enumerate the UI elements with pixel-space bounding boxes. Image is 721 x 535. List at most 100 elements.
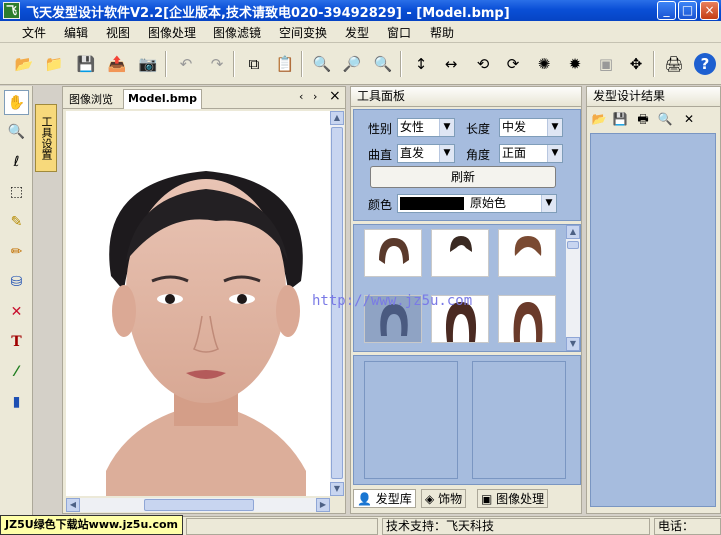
print-icon[interactable]: 🖶: [635, 111, 651, 127]
angle-value: 正面: [502, 146, 527, 160]
pencil-icon[interactable]: ✏: [4, 240, 29, 265]
tab-accessories[interactable]: ◈ 饰物: [421, 489, 467, 508]
toolbar-separator: [165, 51, 167, 77]
crop-icon[interactable]: ▣: [595, 53, 617, 75]
scroll-up-icon[interactable]: ▲: [330, 111, 344, 125]
print-icon[interactable]: 🖨: [663, 53, 685, 75]
zoom-in-icon[interactable]: 🔍: [311, 53, 333, 75]
scroll-down-icon[interactable]: ▼: [566, 337, 580, 351]
status-support: 技术支持：飞天科技: [382, 518, 650, 535]
close-button[interactable]: ×: [700, 1, 719, 20]
lasso-icon[interactable]: ℓ: [4, 150, 29, 175]
tab-hairstyle-library[interactable]: 👤 发型库: [353, 489, 416, 508]
length-select[interactable]: 中发 ▼: [499, 118, 563, 137]
preview-icon[interactable]: 🔍: [657, 111, 673, 127]
curl-value: 直发: [400, 146, 425, 160]
minimize-button[interactable]: _: [657, 1, 676, 20]
copy-icon[interactable]: ⧉: [243, 53, 265, 75]
flip-horizontal-icon[interactable]: ↔: [440, 53, 462, 75]
chevron-down-icon: ▼: [541, 195, 556, 212]
eyedropper-icon[interactable]: ⁄: [4, 360, 29, 385]
canvas-horizontal-scrollbar[interactable]: ◀ ▶: [66, 498, 330, 512]
delete-icon[interactable]: ✕: [681, 111, 697, 127]
scroll-up-icon[interactable]: ▲: [566, 225, 580, 239]
zoom-out-icon[interactable]: 🔍: [372, 53, 394, 75]
hairstyle-thumb[interactable]: [364, 229, 422, 277]
zoom-tool-icon[interactable]: 🔎: [341, 53, 363, 75]
brush-icon[interactable]: ✎: [4, 210, 29, 235]
tool-settings-tab[interactable]: 工具设置: [35, 104, 57, 172]
chevron-down-icon: ▼: [547, 145, 562, 162]
zoom-icon[interactable]: 🔍: [4, 120, 29, 145]
fill-icon[interactable]: ⛁: [4, 270, 29, 295]
gender-select[interactable]: 女性 ▼: [397, 118, 455, 137]
menu-file[interactable]: 文件: [22, 24, 46, 41]
help-icon[interactable]: ?: [694, 53, 716, 75]
angle-select[interactable]: 正面 ▼: [499, 144, 563, 163]
tab-image-processing[interactable]: ▣ 图像处理: [477, 489, 549, 508]
length-label: 长度: [466, 122, 491, 136]
move-icon[interactable]: ✥: [625, 53, 647, 75]
open-icon[interactable]: 📂: [591, 111, 607, 127]
save-icon[interactable]: 💾: [612, 111, 628, 127]
scroll-left-icon[interactable]: ◀: [66, 498, 80, 512]
length-value: 中发: [502, 120, 527, 134]
maximize-button[interactable]: □: [678, 1, 697, 20]
export-icon[interactable]: 📤: [106, 53, 128, 75]
text-icon[interactable]: T: [4, 330, 29, 355]
horizontal-scroll-thumb[interactable]: [144, 499, 254, 511]
undo-icon[interactable]: ↶: [175, 53, 197, 75]
menu-view[interactable]: 视图: [106, 24, 130, 41]
scroll-right-icon[interactable]: ▶: [316, 498, 330, 512]
tab-accessories-label: 饰物: [438, 492, 463, 506]
marquee-icon[interactable]: ⬚: [4, 180, 29, 205]
flip-vertical-icon[interactable]: ↕: [410, 53, 432, 75]
contrast-icon[interactable]: ✹: [564, 53, 586, 75]
tab-image-browse[interactable]: 图像浏览: [65, 89, 117, 109]
rotate-right-icon[interactable]: ⟳: [502, 53, 524, 75]
hand-icon[interactable]: ✋: [4, 90, 29, 115]
result-list[interactable]: [590, 133, 716, 507]
image-canvas[interactable]: [66, 111, 330, 496]
open-folder-icon[interactable]: 📂: [13, 53, 35, 75]
save-icon[interactable]: 💾: [75, 53, 97, 75]
gallery-scrollbar[interactable]: ▲ ▼: [566, 225, 580, 351]
rotate-left-icon[interactable]: ⟲: [472, 53, 494, 75]
watermark-text: http://www.jz5u.com: [312, 293, 473, 309]
refresh-button[interactable]: 刷新: [370, 166, 556, 188]
toolbar-separator: [233, 51, 235, 77]
menu-image-processing[interactable]: 图像处理: [148, 24, 196, 41]
curl-select[interactable]: 直发 ▼: [397, 144, 455, 163]
hairstyle-preview: [379, 238, 409, 264]
scroll-down-icon[interactable]: ▼: [330, 482, 344, 496]
preview-slot[interactable]: [364, 361, 458, 479]
eraser-icon[interactable]: ✕: [4, 300, 29, 325]
menu-help[interactable]: 帮助: [430, 24, 454, 41]
menu-hairstyle[interactable]: 发型: [345, 24, 369, 41]
menu-image-filter[interactable]: 图像滤镜: [213, 24, 261, 41]
paste-icon[interactable]: 📋: [274, 53, 296, 75]
menu-edit[interactable]: 编辑: [64, 24, 88, 41]
preview-slot[interactable]: [472, 361, 566, 479]
hairstyle-thumb[interactable]: [431, 229, 489, 277]
hairstyle-preview: [514, 236, 542, 256]
hairstyle-thumb[interactable]: [498, 229, 556, 277]
status-message: [186, 518, 378, 535]
brightness-icon[interactable]: ✺: [533, 53, 555, 75]
document-panel: 图像浏览 Model.bmp ‹ › × ▲ ▼ ◀ ▶: [62, 86, 346, 514]
redo-icon[interactable]: ↷: [206, 53, 228, 75]
menu-spatial-transform[interactable]: 空间变换: [279, 24, 327, 41]
app-icon: 飞: [3, 2, 20, 19]
image-icon: ▣: [481, 492, 493, 506]
color-select[interactable]: 原始色 ▼: [397, 194, 557, 213]
gallery-scroll-thumb[interactable]: [567, 241, 579, 249]
hairstyle-thumb[interactable]: [498, 295, 556, 343]
camera-icon[interactable]: 📷: [137, 53, 159, 75]
open-file-icon[interactable]: 📁: [43, 53, 65, 75]
tab-model-bmp[interactable]: Model.bmp: [123, 89, 202, 109]
menu-window[interactable]: 窗口: [387, 24, 411, 41]
tab-close-icon[interactable]: ×: [329, 88, 341, 104]
tab-prev-icon[interactable]: ‹: [299, 90, 303, 103]
chart-icon[interactable]: ▮: [4, 390, 29, 415]
tab-next-icon[interactable]: ›: [313, 90, 317, 103]
